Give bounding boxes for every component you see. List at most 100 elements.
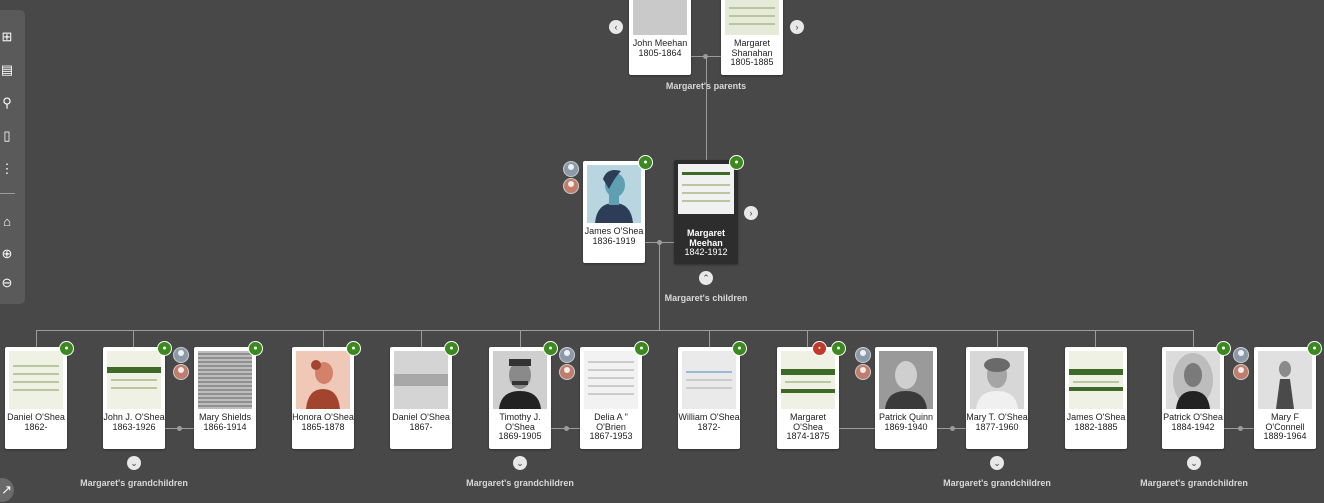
expand-grandchildren-chevron[interactable]: ⌄	[513, 456, 527, 470]
person-name: Mary T. O'Shea 1877-1960	[966, 412, 1028, 432]
person-name: Daniel O'Shea 1867-	[392, 412, 450, 432]
drop-line	[1193, 330, 1194, 347]
next-parents-chevron[interactable]: ›	[790, 20, 804, 34]
record-thumbnail	[198, 351, 252, 409]
spouse-dot	[177, 426, 182, 431]
relationship-male-icon[interactable]	[559, 347, 575, 363]
person-card-child[interactable]: William O'Shea 1872-	[678, 347, 740, 449]
hint-icon[interactable]: ●	[729, 155, 744, 170]
person-card-child-spouse[interactable]: Patrick Quinn 1869-1940	[875, 347, 937, 449]
grandchildren-label: Margaret's grandchildren	[466, 478, 574, 488]
drop-line	[36, 330, 37, 347]
drop-line	[323, 330, 324, 347]
person-name: James O'Shea 1836-1919	[584, 226, 644, 246]
relationship-female-icon[interactable]	[855, 364, 871, 380]
hint-icon[interactable]: ●	[634, 341, 649, 356]
children-descent-line	[659, 243, 660, 330]
photo	[493, 351, 547, 409]
person-card-margaret-shanahan[interactable]: Margaret Shanahan 1805-1885	[721, 0, 783, 75]
expand-grandchildren-chevron[interactable]: ⌄	[127, 456, 141, 470]
parents-label: Margaret's parents	[665, 81, 747, 91]
pedigree-icon[interactable]: ▤	[0, 62, 14, 78]
person-name: Patrick Quinn 1869-1940	[878, 412, 934, 432]
hint-icon[interactable]: ●	[59, 341, 74, 356]
person-card-child[interactable]: Patrick O'Shea 1884-1942	[1162, 347, 1224, 449]
person-card-child[interactable]: Margaret O'Shea 1874-1875	[777, 347, 839, 449]
person-name: Honora O'Shea 1865-1878	[292, 412, 354, 432]
zoom-out-icon[interactable]: ⊖	[0, 275, 14, 291]
expand-grandchildren-chevron[interactable]: ⌄	[990, 456, 1004, 470]
avatar	[587, 165, 641, 223]
record-thumbnail	[682, 351, 736, 409]
person-card-child-spouse[interactable]: Mary F O'Connell 1889-1964	[1254, 347, 1316, 449]
drop-line	[709, 330, 710, 347]
person-card-child-spouse[interactable]: Mary Shields 1866-1914	[194, 347, 256, 449]
person-name: John J. O'Shea 1863-1926	[103, 412, 165, 432]
person-name: William O'Shea 1872-	[678, 412, 740, 432]
record-thumbnail	[633, 0, 687, 35]
record-thumbnail	[107, 351, 161, 409]
hint-icon[interactable]: ●	[1216, 341, 1231, 356]
bookmark-icon[interactable]: ▯	[0, 128, 14, 144]
record-thumbnail	[394, 351, 448, 409]
alert-icon[interactable]: ▪	[812, 341, 827, 356]
children-bar	[36, 330, 1194, 331]
relationship-male-icon[interactable]	[173, 347, 189, 363]
hint-icon[interactable]: ●	[248, 341, 263, 356]
find-person-icon[interactable]: ⚲	[0, 95, 14, 111]
next-spouse-chevron[interactable]: ›	[744, 206, 758, 220]
left-toolbar: ⊞ ▤ ⚲ ▯ ⋮ ⌂ ⊕ ⊖	[0, 10, 25, 304]
person-card-child[interactable]: Honora O'Shea 1865-1878	[292, 347, 354, 449]
person-name: James O'Shea 1882-1885	[1066, 412, 1126, 432]
tree-view-icon[interactable]: ⊞	[0, 29, 14, 45]
person-card-john-meehan[interactable]: John Meehan 1805-1864	[629, 0, 691, 75]
parents-descent-line	[706, 57, 707, 160]
more-icon[interactable]: ⋮	[0, 161, 14, 177]
person-card-james-oshea[interactable]: James O'Shea 1836-1919	[583, 161, 645, 263]
person-card-child[interactable]: Timothy J. O'Shea 1869-1905	[489, 347, 551, 449]
hint-icon[interactable]: ●	[444, 341, 459, 356]
person-name: John Meehan 1805-1864	[632, 38, 688, 58]
person-card-child[interactable]: Daniel O'Shea 1862-	[5, 347, 67, 449]
relationship-female-icon[interactable]	[1233, 364, 1249, 380]
drop-line	[997, 330, 998, 347]
prev-parents-chevron[interactable]: ‹	[609, 20, 623, 34]
person-name: Mary F O'Connell 1889-1964	[1263, 412, 1307, 441]
spouse-dot	[1238, 426, 1243, 431]
person-card-margaret-meehan[interactable]: Margaret Meehan 1842-1912	[674, 160, 738, 264]
person-card-child[interactable]: James O'Shea 1882-1885	[1065, 347, 1127, 449]
relationship-male-icon[interactable]	[563, 161, 579, 177]
collapse-children-chevron[interactable]: ⌃	[699, 271, 713, 285]
hint-icon[interactable]: ●	[732, 341, 747, 356]
hint-icon[interactable]: ●	[157, 341, 172, 356]
children-label: Margaret's children	[664, 293, 748, 303]
expand-grandchildren-chevron[interactable]: ⌄	[1187, 456, 1201, 470]
person-name: Margaret O'Shea 1874-1875	[786, 412, 830, 441]
hint-icon[interactable]: ●	[831, 341, 846, 356]
zoom-in-icon[interactable]: ⊕	[0, 246, 14, 262]
grandchildren-label: Margaret's grandchildren	[80, 478, 188, 488]
person-card-child[interactable]: Mary T. O'Shea 1877-1960	[966, 347, 1028, 449]
hint-icon[interactable]: ●	[346, 341, 361, 356]
drop-line	[520, 330, 521, 347]
person-card-child[interactable]: John J. O'Shea 1863-1926	[103, 347, 165, 449]
person-name: Delia A " O'Brien 1867-1953	[589, 412, 633, 441]
person-name: Mary Shields 1866-1914	[198, 412, 252, 432]
expand-icon[interactable]: ↗	[0, 478, 14, 502]
relationship-male-icon[interactable]	[1233, 347, 1249, 363]
person-card-child-spouse[interactable]: Delia A " O'Brien 1867-1953	[580, 347, 642, 449]
avatar	[296, 351, 350, 409]
spouse-dot	[564, 426, 569, 431]
relationship-female-icon[interactable]	[173, 364, 189, 380]
hint-icon[interactable]: ●	[1307, 341, 1322, 356]
person-card-child[interactable]: Daniel O'Shea 1867-	[390, 347, 452, 449]
hint-icon[interactable]: ●	[638, 155, 653, 170]
relationship-female-icon[interactable]	[559, 364, 575, 380]
relationship-female-icon[interactable]	[563, 178, 579, 194]
home-icon[interactable]: ⌂	[0, 214, 14, 230]
hint-icon[interactable]: ●	[543, 341, 558, 356]
photo	[1166, 351, 1220, 409]
relationship-male-icon[interactable]	[855, 347, 871, 363]
spouse-connector	[838, 428, 876, 429]
record-thumbnail	[678, 164, 734, 214]
